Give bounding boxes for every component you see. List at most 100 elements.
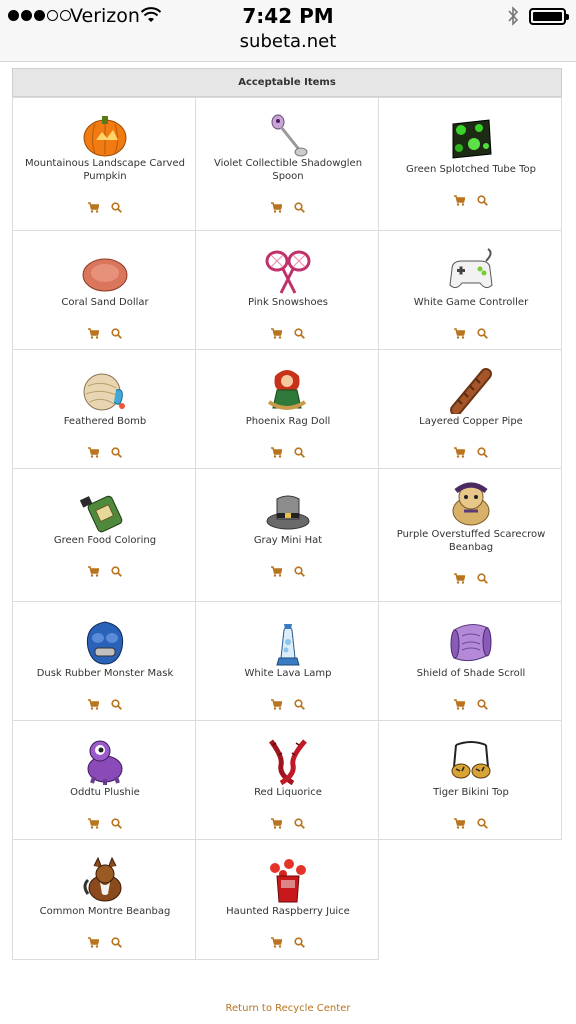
item-cell: Green Splotched Tube Top bbox=[378, 97, 562, 231]
game-controller-icon[interactable] bbox=[446, 247, 496, 295]
search-icon[interactable] bbox=[477, 569, 488, 588]
item-cell: Purple Overstuffed Scarecrow Beanbag bbox=[378, 468, 562, 602]
snowshoes-icon[interactable] bbox=[263, 247, 313, 295]
item-cell: Dusk Rubber Monster Mask bbox=[12, 601, 196, 721]
shopping-cart-icon[interactable] bbox=[88, 198, 99, 217]
shopping-cart-icon[interactable] bbox=[271, 324, 282, 343]
search-icon[interactable] bbox=[111, 324, 122, 343]
item-cell: Layered Copper Pipe bbox=[378, 349, 562, 469]
montre-beanbag-icon[interactable] bbox=[80, 856, 130, 904]
address-bar[interactable]: subeta.net bbox=[0, 31, 576, 52]
search-icon[interactable] bbox=[294, 562, 305, 581]
item-cell: Green Food Coloring bbox=[12, 468, 196, 602]
item-name: Gray Mini Hat bbox=[253, 535, 323, 546]
shopping-cart-icon[interactable] bbox=[454, 569, 465, 588]
search-icon[interactable] bbox=[111, 695, 122, 714]
search-icon[interactable] bbox=[477, 695, 488, 714]
item-cell: Haunted Raspberry Juice bbox=[195, 839, 379, 960]
search-icon[interactable] bbox=[477, 191, 488, 210]
acceptable-items-table: Acceptable Items Mountainous Landscape C… bbox=[12, 68, 562, 960]
item-name: Shield of Shade Scroll bbox=[416, 668, 526, 679]
shopping-cart-icon[interactable] bbox=[88, 324, 99, 343]
item-name: Green Food Coloring bbox=[53, 535, 157, 546]
rag-doll-icon[interactable] bbox=[263, 366, 313, 414]
shopping-cart-icon[interactable] bbox=[88, 562, 99, 581]
shopping-cart-icon[interactable] bbox=[88, 814, 99, 833]
item-actions bbox=[13, 443, 197, 462]
feathered-bomb-icon[interactable] bbox=[80, 366, 130, 414]
pumpkin-icon[interactable] bbox=[80, 110, 130, 158]
item-actions bbox=[196, 933, 380, 952]
search-icon[interactable] bbox=[294, 814, 305, 833]
liquorice-icon[interactable] bbox=[263, 737, 313, 786]
item-name: Layered Copper Pipe bbox=[419, 416, 523, 427]
mini-hat-icon[interactable] bbox=[263, 485, 313, 533]
shopping-cart-icon[interactable] bbox=[88, 443, 99, 462]
search-icon[interactable] bbox=[294, 198, 305, 217]
battery-icon bbox=[529, 8, 569, 25]
bikini-top-icon[interactable] bbox=[446, 737, 496, 785]
item-actions bbox=[13, 324, 197, 343]
shopping-cart-icon[interactable] bbox=[454, 814, 465, 833]
item-actions bbox=[379, 569, 563, 588]
shopping-cart-icon[interactable] bbox=[454, 443, 465, 462]
item-name: Tiger Bikini Top bbox=[433, 787, 509, 798]
tube-top-icon[interactable] bbox=[446, 114, 496, 162]
search-icon[interactable] bbox=[111, 814, 122, 833]
status-bar: Verizon 7:42 PM bbox=[0, 0, 576, 32]
search-icon[interactable] bbox=[294, 324, 305, 343]
sand-dollar-icon[interactable] bbox=[80, 247, 130, 295]
raspberry-juice-icon[interactable] bbox=[263, 856, 313, 904]
search-icon[interactable] bbox=[111, 443, 122, 462]
scroll-icon[interactable] bbox=[446, 618, 496, 666]
lava-lamp-icon[interactable] bbox=[263, 618, 313, 666]
item-actions bbox=[13, 814, 197, 833]
copper-pipe-icon[interactable] bbox=[446, 366, 496, 416]
scarecrow-beanbag-icon[interactable] bbox=[446, 481, 496, 529]
shopping-cart-icon[interactable] bbox=[88, 933, 99, 952]
search-icon[interactable] bbox=[294, 443, 305, 462]
item-actions bbox=[196, 198, 380, 217]
search-icon[interactable] bbox=[477, 443, 488, 462]
shopping-cart-icon[interactable] bbox=[271, 562, 282, 581]
shopping-cart-icon[interactable] bbox=[271, 695, 282, 714]
item-name: Haunted Raspberry Juice bbox=[226, 906, 350, 917]
shopping-cart-icon[interactable] bbox=[88, 695, 99, 714]
search-icon[interactable] bbox=[294, 933, 305, 952]
table-header: Acceptable Items bbox=[12, 68, 562, 97]
shopping-cart-icon[interactable] bbox=[454, 695, 465, 714]
shopping-cart-icon[interactable] bbox=[271, 814, 282, 833]
item-actions bbox=[13, 562, 197, 581]
search-icon[interactable] bbox=[477, 324, 488, 343]
item-actions bbox=[196, 443, 380, 462]
item-actions bbox=[196, 324, 380, 343]
item-actions bbox=[13, 695, 197, 714]
item-name: Oddtu Plushie bbox=[70, 787, 140, 798]
shopping-cart-icon[interactable] bbox=[454, 191, 465, 210]
shopping-cart-icon[interactable] bbox=[271, 443, 282, 462]
item-name: White Game Controller bbox=[413, 297, 529, 308]
search-icon[interactable] bbox=[111, 933, 122, 952]
shopping-cart-icon[interactable] bbox=[271, 198, 282, 217]
return-to-recycle-center-link[interactable]: Return to Recycle Center bbox=[0, 1003, 576, 1014]
plushie-icon[interactable] bbox=[80, 737, 130, 785]
item-cell: Gray Mini Hat bbox=[195, 468, 379, 602]
spoon-icon[interactable] bbox=[263, 110, 313, 158]
item-cell: Violet Collectible Shadowglen Spoon bbox=[195, 97, 379, 231]
shopping-cart-icon[interactable] bbox=[454, 324, 465, 343]
item-actions bbox=[379, 695, 563, 714]
item-actions bbox=[379, 191, 563, 210]
monster-mask-icon[interactable] bbox=[80, 618, 130, 666]
item-actions bbox=[13, 198, 197, 217]
search-icon[interactable] bbox=[294, 695, 305, 714]
search-icon[interactable] bbox=[477, 814, 488, 833]
shopping-cart-icon[interactable] bbox=[271, 933, 282, 952]
item-cell: Feathered Bomb bbox=[12, 349, 196, 469]
item-actions bbox=[379, 324, 563, 343]
clock: 7:42 PM bbox=[242, 4, 334, 28]
search-icon[interactable] bbox=[111, 198, 122, 217]
item-name: Mountainous Landscape Carved Pumpkin bbox=[25, 158, 185, 182]
food-coloring-icon[interactable] bbox=[79, 485, 130, 533]
search-icon[interactable] bbox=[111, 562, 122, 581]
item-name: Red Liquorice bbox=[254, 787, 322, 798]
